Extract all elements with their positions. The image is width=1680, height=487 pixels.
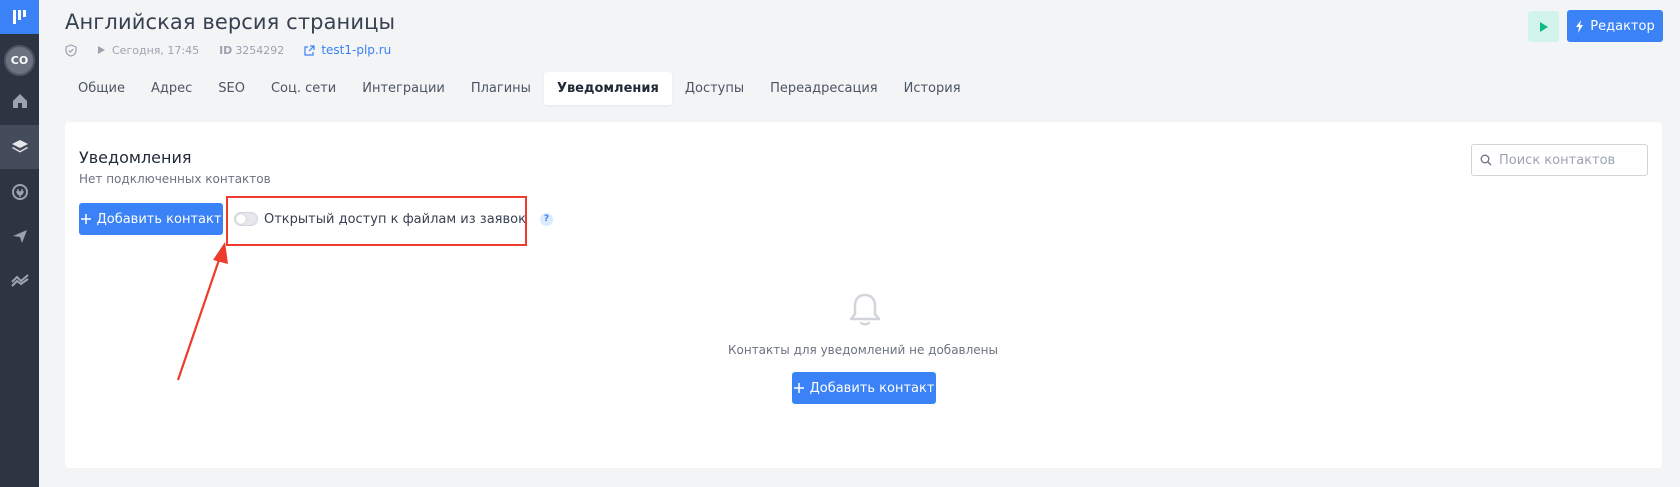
editor-button-label: Редактор (1590, 18, 1655, 34)
tab-access[interactable]: Доступы (672, 72, 757, 105)
tab-redirect[interactable]: Переадресация (757, 72, 890, 105)
tab-bar: Общие Адрес SEO Соц. сети Интеграции Пла… (65, 72, 974, 105)
section-title: Уведомления (79, 148, 192, 167)
editor-button[interactable]: Редактор (1567, 10, 1663, 42)
lightning-icon (1576, 19, 1584, 33)
page-title: Английская версия страницы (65, 10, 396, 34)
tab-general[interactable]: Общие (65, 72, 138, 105)
help-icon[interactable]: ? (539, 212, 553, 226)
tab-seo[interactable]: SEO (205, 72, 258, 105)
home-icon (12, 94, 27, 108)
page-meta: Сегодня, 17:45 ID 3254292 test1-plp.ru (65, 42, 391, 58)
shield-icon (65, 43, 77, 57)
tab-plugins[interactable]: Плагины (458, 72, 544, 105)
highlight-box (226, 196, 527, 246)
annotation-arrow (176, 242, 228, 381)
bell-icon (849, 293, 881, 326)
notifications-card: Уведомления Нет подключенных контактов Д… (65, 122, 1662, 468)
tab-social[interactable]: Соц. сети (258, 72, 349, 105)
play-icon (1539, 21, 1548, 32)
layers-icon (11, 140, 28, 153)
empty-add-contact-button[interactable]: Добавить контакт (792, 372, 936, 404)
add-contact-label: Добавить контакт (96, 211, 222, 227)
sidebar-item-pages[interactable] (0, 125, 39, 169)
external-link-icon (304, 44, 315, 56)
domain-link[interactable]: test1-plp.ru (321, 43, 391, 57)
add-contact-button[interactable]: Добавить контакт (79, 203, 223, 235)
tab-notifications[interactable]: Уведомления (543, 72, 672, 105)
page-id: 3254292 (235, 43, 285, 57)
sidebar: CO (0, 0, 39, 487)
tab-history[interactable]: История (891, 72, 974, 105)
sidebar-item-send[interactable] (0, 214, 39, 258)
sidebar-item-analytics[interactable] (0, 258, 39, 302)
logo-icon[interactable] (0, 0, 39, 34)
tab-address[interactable]: Адрес (138, 72, 205, 105)
send-icon (12, 230, 27, 243)
id-label: ID (219, 43, 233, 57)
plus-icon (793, 383, 804, 393)
play-small-icon (98, 46, 105, 54)
published-time: Сегодня, 17:45 (112, 43, 200, 57)
section-subtitle: Нет подключенных контактов (79, 172, 271, 186)
analytics-icon (10, 274, 29, 287)
avatar[interactable]: CO (4, 45, 35, 76)
plug-icon (11, 184, 28, 200)
sidebar-item-integrations[interactable] (0, 170, 39, 214)
plus-icon (80, 214, 91, 224)
empty-state-text: Контакты для уведомлений не добавлены (727, 343, 999, 357)
sidebar-item-home[interactable] (0, 79, 39, 123)
search-icon (1480, 154, 1492, 166)
tab-integrations[interactable]: Интеграции (349, 72, 458, 105)
empty-add-contact-label: Добавить контакт (809, 380, 935, 396)
search-box (1471, 144, 1648, 176)
search-input[interactable] (1499, 152, 1639, 168)
preview-button[interactable] (1528, 11, 1559, 42)
